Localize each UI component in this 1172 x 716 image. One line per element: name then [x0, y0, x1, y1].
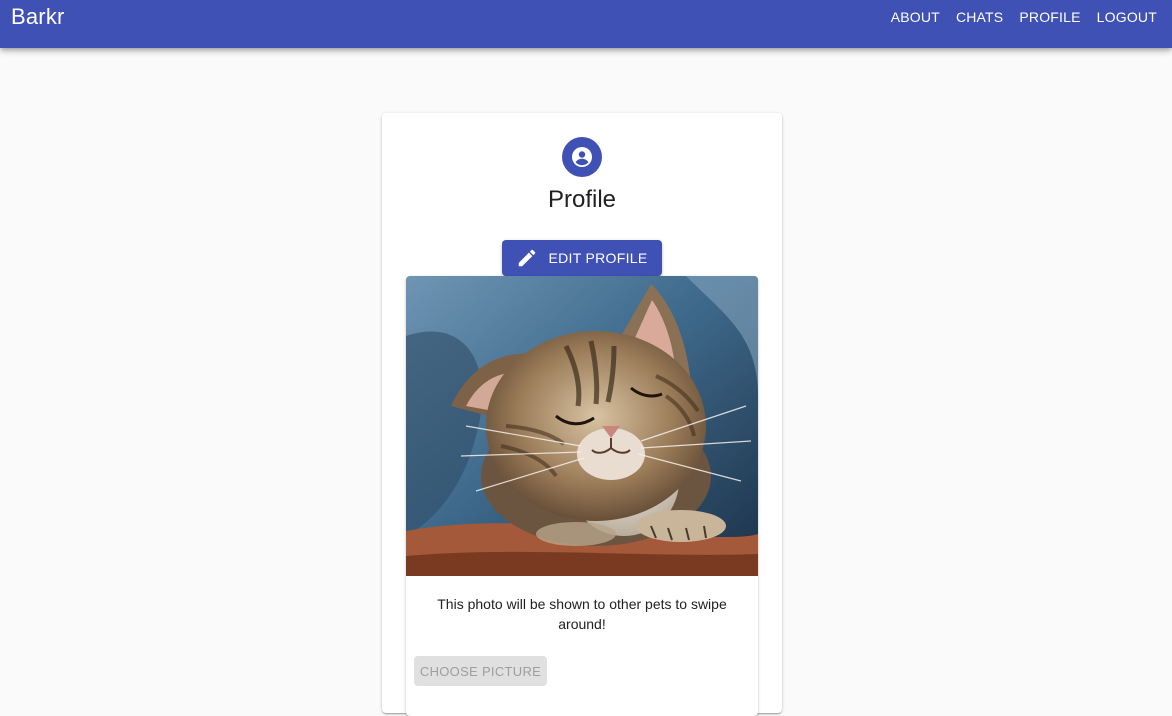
profile-photo-card: This photo will be shown to other pets t… — [406, 276, 758, 716]
kitten-photo — [406, 276, 758, 576]
photo-caption: This photo will be shown to other pets t… — [437, 596, 727, 632]
app-bar: Barkr ABOUT CHATS PROFILE LOGOUT — [0, 0, 1172, 48]
pencil-icon — [519, 249, 536, 267]
account-circle-icon — [572, 147, 592, 167]
brand-title[interactable]: Barkr — [11, 5, 65, 29]
choose-picture-button[interactable]: CHOOSE PICTURE — [414, 656, 547, 686]
nav-link-chats[interactable]: CHATS — [956, 8, 1003, 26]
nav-link-about[interactable]: ABOUT — [891, 8, 940, 26]
profile-panel: Profile EDIT PROFILE This photo will be … — [382, 113, 782, 716]
nav-link-logout[interactable]: LOGOUT — [1097, 8, 1157, 26]
avatar — [562, 137, 602, 177]
nav-menu: ABOUT CHATS PROFILE LOGOUT — [891, 8, 1157, 26]
edit-profile-label: EDIT PROFILE — [548, 250, 648, 266]
nav-link-profile[interactable]: PROFILE — [1019, 8, 1080, 26]
page-title: Profile — [547, 186, 617, 213]
edit-profile-button[interactable]: EDIT PROFILE — [502, 240, 662, 276]
